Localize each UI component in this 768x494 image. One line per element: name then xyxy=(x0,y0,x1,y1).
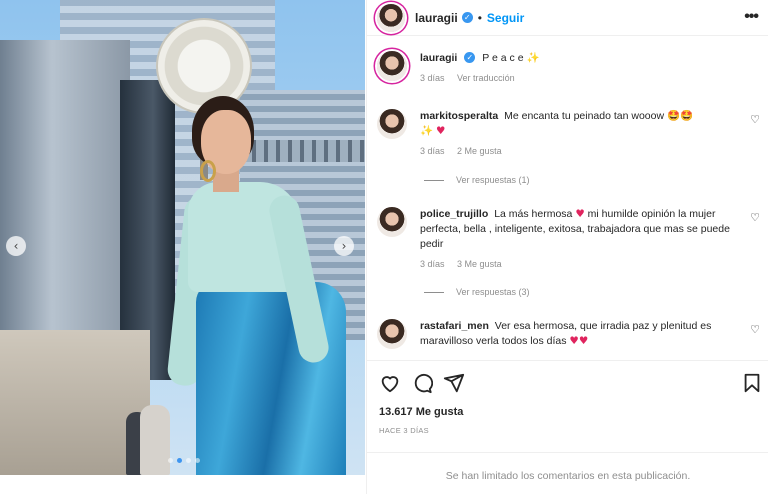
like-comment-heart-icon[interactable]: ♡ xyxy=(750,211,760,224)
comment-likes[interactable]: 2 Me gusta xyxy=(457,146,502,156)
like-comment-heart-icon[interactable]: ♡ xyxy=(750,113,760,126)
red-heart-emoji-icon: ♥♥ xyxy=(569,335,589,347)
view-replies-label[interactable]: Ver respuestas (1) xyxy=(456,175,530,185)
comment-likes[interactable]: 3 Me gusta xyxy=(457,259,502,269)
commenter-avatar[interactable] xyxy=(377,319,407,349)
post-actions-bar xyxy=(367,360,768,404)
header-separator: • xyxy=(477,10,482,25)
more-options-icon[interactable]: ••• xyxy=(744,8,759,26)
next-photo-button[interactable]: › xyxy=(334,236,354,256)
verified-icon: ✓ xyxy=(464,52,476,63)
save-bookmark-icon[interactable] xyxy=(741,372,763,394)
photo-woman-skirt xyxy=(196,282,346,475)
follow-button[interactable]: Seguir xyxy=(487,11,524,25)
post-photo[interactable]: ‹ › xyxy=(0,0,365,475)
carousel-dot-active xyxy=(177,458,182,463)
carousel-indicator xyxy=(168,458,200,463)
comment-text: Me encanta tu peinado tan wooow xyxy=(504,110,665,122)
commenter-avatar[interactable] xyxy=(377,207,407,237)
comment-username[interactable]: police_trujillo xyxy=(420,208,488,220)
star-struck-emoji-icon: 🤩🤩 xyxy=(667,110,694,122)
view-replies-label[interactable]: Ver respuestas (3) xyxy=(456,287,530,297)
comment-item: rastafari_men Ver esa hermosa, que irrad… xyxy=(377,319,762,349)
view-replies-link[interactable]: Ver respuestas (1) xyxy=(424,175,530,185)
carousel-dot xyxy=(168,458,173,463)
carousel-dot xyxy=(186,458,191,463)
photo-woman-earring xyxy=(200,160,216,182)
sparkles-emoji-icon: ✨ xyxy=(420,125,434,137)
post-timestamp[interactable]: HACE 3 DÍAS xyxy=(379,426,429,435)
replies-line xyxy=(424,291,444,293)
instagram-post-modal: ‹ › lauragii ✓ • Seguir ••• lauragii ✓ P … xyxy=(0,0,768,494)
commenter-avatar[interactable] xyxy=(377,109,407,139)
photo-bridge xyxy=(240,140,365,162)
sparkles-emoji-icon: ✨ xyxy=(526,52,540,64)
author-avatar[interactable] xyxy=(377,51,407,81)
share-send-icon[interactable] xyxy=(443,372,465,394)
caption: lauragii ✓ P e a c e ✨ 3 días Ver traducc… xyxy=(377,51,762,86)
author-username[interactable]: lauragii xyxy=(415,11,458,25)
post-header: lauragii ✓ • Seguir ••• xyxy=(367,0,768,36)
comment-text: La más hermosa xyxy=(494,208,573,220)
comment-time[interactable]: 3 días xyxy=(420,146,445,156)
caption-username[interactable]: lauragii xyxy=(420,52,457,64)
caption-text: P e a c e xyxy=(482,52,524,64)
caption-meta: 3 días Ver traducción xyxy=(420,71,745,86)
comment-username[interactable]: markitosperalta xyxy=(420,110,498,122)
comment-time[interactable]: 3 días xyxy=(420,259,445,269)
comment-meta: 3 días 2 Me gusta xyxy=(420,144,745,159)
red-heart-emoji-icon: ♥ xyxy=(436,125,446,137)
comments-limited-notice: Se han limitado los comentarios en esta … xyxy=(367,452,768,494)
photo-silo-left xyxy=(0,40,130,380)
likes-count[interactable]: 13.617 Me gusta xyxy=(379,406,463,418)
red-heart-emoji-icon: ♥ xyxy=(575,208,585,220)
comment-item: police_trujillo La más hermosa ♥ mi humi… xyxy=(377,207,762,272)
comments-list[interactable]: lauragii ✓ P e a c e ✨ 3 días Ver traducc… xyxy=(367,37,768,360)
verified-icon: ✓ xyxy=(461,12,473,23)
carousel-dot xyxy=(195,458,200,463)
comment-username[interactable]: rastafari_men xyxy=(420,320,489,332)
see-translation-link[interactable]: Ver traducción xyxy=(457,73,515,83)
comment-meta: 3 días 3 Me gusta xyxy=(420,257,745,272)
comment-item: markitosperalta Me encanta tu peinado ta… xyxy=(377,109,762,159)
view-replies-link[interactable]: Ver respuestas (3) xyxy=(424,287,530,297)
author-avatar[interactable] xyxy=(377,3,405,32)
replies-line xyxy=(424,179,444,181)
like-comment-heart-icon[interactable]: ♡ xyxy=(750,323,760,336)
prev-photo-button[interactable]: ‹ xyxy=(6,236,26,256)
post-side-panel: lauragii ✓ • Seguir ••• lauragii ✓ P e a … xyxy=(366,0,768,494)
like-heart-icon[interactable] xyxy=(379,372,401,394)
comment-bubble-icon[interactable] xyxy=(411,372,433,394)
photo-bystander xyxy=(140,405,170,475)
caption-time[interactable]: 3 días xyxy=(420,73,445,83)
